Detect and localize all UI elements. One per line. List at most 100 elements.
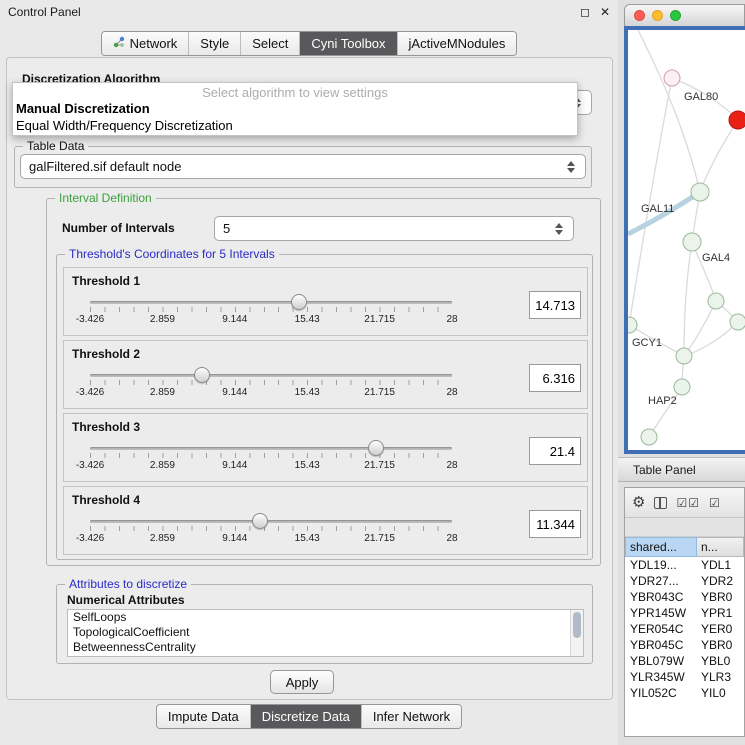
threshold-3-panel: Threshold 3 -3.426 2.859 9.144 15.43 21.… [63,413,588,482]
threshold-3-value-input[interactable] [529,437,581,465]
network-node[interactable] [628,317,637,333]
network-node[interactable] [730,314,745,330]
checkbox-icon[interactable]: ☑ [709,497,721,509]
tab-network[interactable]: Network [102,32,190,55]
table-row[interactable]: YBR043CYBR0 [625,589,744,605]
number-of-intervals-label: Number of Intervals [62,221,175,235]
combo-stepper-icon [567,161,577,173]
threshold-4-slider[interactable]: -3.426 2.859 9.144 15.43 21.715 28 [90,511,452,555]
list-item[interactable]: SelfLoops [68,610,583,625]
threshold-2-value-input[interactable] [529,364,581,392]
network-node-selected[interactable] [729,111,745,129]
slider-track[interactable] [90,374,452,377]
table-row[interactable]: YDL19...YDL1 [625,557,744,573]
network-canvas[interactable]: GAL80 GAL11 GAL4 GCY1 HAP2 [628,30,745,450]
threshold-2-panel: Threshold 2 -3.426 2.859 9.144 15.43 21.… [63,340,588,409]
list-item[interactable]: TopologicalCoefficient [68,625,583,640]
table-data-group-title: Table Data [23,139,88,153]
slider-scale: -3.426 2.859 9.144 15.43 21.715 28 [90,314,452,326]
window-title: Control Panel [8,5,570,19]
tab-label: Style [200,36,229,51]
slider-ticks [90,380,452,385]
threshold-1-value-input[interactable] [529,291,581,319]
threshold-label: Threshold 3 [72,420,140,434]
dropdown-item-manual-discretization[interactable]: Manual Discretization [13,100,577,117]
threshold-label: Threshold 4 [72,493,140,507]
numerical-attributes-label: Numerical Attributes [67,593,185,607]
algorithm-placeholder: Select algorithm to view settings [13,85,577,100]
close-icon[interactable]: ✕ [600,5,610,19]
table-toolbar: ⚙ ☑☑ ☑ [625,488,744,518]
tab-style[interactable]: Style [189,32,241,55]
node-label: GAL4 [702,252,730,264]
numerical-attributes-list[interactable]: SelfLoops TopologicalCoefficient Between… [67,609,584,657]
threshold-3-slider[interactable]: -3.426 2.859 9.144 15.43 21.715 28 [90,438,452,482]
tab-label: Infer Network [373,709,450,724]
table-header-row: shared... n... [625,537,744,557]
float-window-icon[interactable]: ◻ [580,5,590,19]
column-header-shared-name[interactable]: shared... [625,537,697,557]
network-node[interactable] [664,70,680,86]
threshold-1-panel: Threshold 1 -3.426 2.859 9.144 15.43 21.… [63,267,588,336]
threshold-4-value-input[interactable] [529,510,581,538]
dropdown-item-equal-width-frequency[interactable]: Equal Width/Frequency Discretization [13,117,577,134]
number-of-intervals-combobox[interactable]: 5 [214,216,574,241]
zoom-button[interactable] [670,10,681,21]
table-row[interactable]: YBL079WYBL0 [625,653,744,669]
tab-label: Select [252,36,288,51]
slider-thumb[interactable] [291,294,307,310]
scrollbar-thumb[interactable] [573,612,581,638]
tab-label: Impute Data [168,709,239,724]
tab-select[interactable]: Select [241,32,300,55]
node-label: GAL11 [641,203,674,215]
column-header-name[interactable]: n... [697,537,744,557]
slider-thumb[interactable] [368,440,384,456]
table-row[interactable]: YER054CYER0 [625,621,744,637]
table-data-combobox[interactable]: galFiltered.sif default node [20,154,586,179]
attributes-group: Attributes to discretize Numerical Attri… [56,584,593,664]
table-row[interactable]: YPR145WYPR1 [625,605,744,621]
apply-button[interactable]: Apply [270,670,334,694]
tab-label: Discretize Data [262,709,350,724]
slider-track[interactable] [90,301,452,304]
tab-impute-data[interactable]: Impute Data [157,705,251,728]
table-row[interactable]: YDR27...YDR2 [625,573,744,589]
slider-thumb[interactable] [194,367,210,383]
table-toolbar-spacer [625,518,744,537]
minimize-button[interactable] [652,10,663,21]
network-node[interactable] [691,183,709,201]
table-row[interactable]: YBR045CYBR0 [625,637,744,653]
network-node[interactable] [683,233,701,251]
network-window-frame: GAL80 GAL11 GAL4 GCY1 HAP2 [624,26,745,454]
tab-jactivemnodules[interactable]: jActiveMNodules [398,32,517,55]
network-node[interactable] [708,293,724,309]
threshold-label: Threshold 1 [72,274,140,288]
threshold-1-slider[interactable]: -3.426 2.859 9.144 15.43 21.715 28 [90,292,452,336]
columns-icon[interactable] [654,497,667,509]
network-tab-icon [113,36,125,51]
gear-icon[interactable]: ⚙ [632,495,645,510]
tab-infer-network[interactable]: Infer Network [362,705,461,728]
table-row[interactable]: YLR345WYLR3 [625,669,744,685]
tab-label: jActiveMNodules [409,36,506,51]
thresholds-group-title: Threshold's Coordinates for 5 Intervals [65,247,279,261]
slider-thumb[interactable] [252,513,268,529]
table-row[interactable]: YIL052CYIL0 [625,685,744,701]
list-item[interactable]: BetweennessCentrality [68,640,583,655]
thresholds-group: Threshold's Coordinates for 5 Intervals … [56,254,593,560]
combo-stepper-icon [555,223,565,235]
slider-ticks [90,307,452,312]
slider-track[interactable] [90,520,452,523]
close-button[interactable] [634,10,645,21]
select-all-checkboxes-icon[interactable]: ☑☑ [676,497,700,509]
tab-discretize-data[interactable]: Discretize Data [251,705,362,728]
network-node[interactable] [676,348,692,364]
network-node[interactable] [674,379,690,395]
threshold-2-slider[interactable]: -3.426 2.859 9.144 15.43 21.715 28 [90,365,452,409]
network-node[interactable] [641,429,657,445]
top-tabstrip: Network Style Select Cyni Toolbox jActiv… [101,31,518,56]
tab-cyni-toolbox[interactable]: Cyni Toolbox [300,32,397,55]
interval-definition-title: Interval Definition [55,191,156,205]
slider-track[interactable] [90,447,452,450]
scrollbar[interactable] [570,610,583,656]
